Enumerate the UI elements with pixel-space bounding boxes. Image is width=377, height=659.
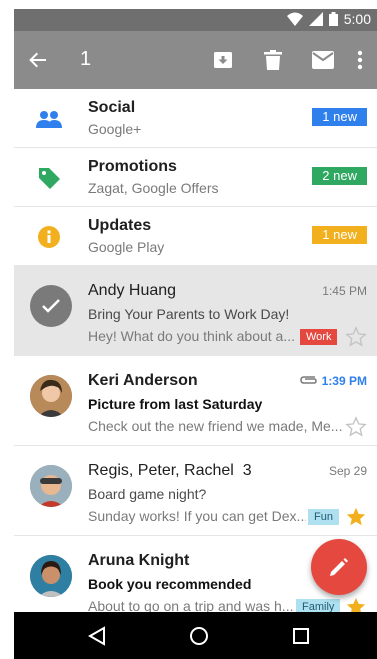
email-snippet: Hey! What do you think about a... <box>88 328 296 344</box>
back-arrow-icon <box>29 52 46 68</box>
category-title: Updates <box>88 217 152 234</box>
envelope-icon <box>312 51 334 69</box>
new-count-badge: 1 new <box>312 226 367 244</box>
selected-check-avatar[interactable] <box>30 285 72 327</box>
category-subtitle: Google Play <box>88 239 165 255</box>
sender-name: Aruna Knight <box>88 552 190 569</box>
sender-name: Keri Anderson <box>88 372 198 389</box>
recents-nav-icon[interactable] <box>290 625 312 647</box>
wifi-icon <box>286 12 303 26</box>
back-button[interactable] <box>24 46 52 74</box>
label-chip: Work <box>300 329 338 345</box>
mark-unread-button[interactable] <box>309 46 337 74</box>
more-vert-icon <box>357 50 363 70</box>
delete-button[interactable] <box>259 46 287 74</box>
category-title: Social <box>88 99 136 116</box>
new-count-badge: 2 new <box>312 167 367 185</box>
sender-name: Regis, Peter, Rachel 3 <box>88 462 252 480</box>
system-nav-bar <box>14 612 377 659</box>
star-icon[interactable] <box>345 326 367 348</box>
email-row[interactable]: Keri Anderson 1:39 PM Picture from last … <box>14 356 377 446</box>
email-subject: Board game night? <box>88 486 207 502</box>
avatar <box>30 375 72 417</box>
email-subject: Book you recommended <box>88 576 252 592</box>
back-nav-icon[interactable] <box>86 625 108 647</box>
category-subtitle: Zagat, Google Offers <box>88 180 219 196</box>
sender-name: Andy Huang <box>88 282 177 299</box>
category-row-updates[interactable]: Updates Google Play 1 new <box>14 207 377 266</box>
email-time: 1:39 PM <box>321 374 367 388</box>
status-bar: 5:00 <box>14 9 377 31</box>
battery-icon <box>328 12 338 26</box>
star-icon[interactable] <box>345 506 367 528</box>
new-count-badge: 1 new <box>312 108 367 126</box>
attachment-icon <box>300 376 317 384</box>
email-subject: Picture from last Saturday <box>88 396 263 412</box>
email-subject: Bring Your Parents to Work Day! <box>88 306 290 322</box>
email-time: 1:45 PM <box>322 284 367 298</box>
trash-icon <box>264 50 282 70</box>
archive-button[interactable] <box>209 46 237 74</box>
label-chip: Fun <box>308 509 339 525</box>
email-row-selected[interactable]: Andy Huang 1:45 PM Bring Your Parents to… <box>14 266 377 356</box>
pencil-icon <box>330 558 348 576</box>
check-icon <box>42 299 60 313</box>
home-nav-icon[interactable] <box>188 625 210 647</box>
email-snippet: Check out the new friend we made, Me... <box>88 418 342 434</box>
category-row-promotions[interactable]: Promotions Zagat, Google Offers 2 new <box>14 148 377 207</box>
category-subtitle: Google+ <box>88 121 142 137</box>
star-icon[interactable] <box>345 416 367 438</box>
people-icon <box>36 106 62 132</box>
clock: 5:00 <box>343 11 371 27</box>
tag-icon <box>36 165 62 191</box>
category-row-social[interactable]: Social Google+ 1 new <box>14 89 377 148</box>
status-icons: 5:00 <box>286 11 371 27</box>
signal-icon <box>308 12 323 26</box>
email-row[interactable]: Regis, Peter, Rachel 3 Sep 29 Board game… <box>14 446 377 536</box>
email-snippet: Sunday works! If you can get Dex... <box>88 508 306 524</box>
info-icon <box>36 224 62 250</box>
category-title: Promotions <box>88 158 177 175</box>
avatar <box>30 465 72 507</box>
overflow-menu-button[interactable] <box>346 46 374 74</box>
avatar <box>30 555 72 597</box>
thread-count: 3 <box>242 462 252 479</box>
email-time: Sep 29 <box>328 464 367 478</box>
action-bar: 1 <box>14 31 377 89</box>
sender-names: Regis, Peter, Rachel <box>88 462 234 479</box>
selected-count: 1 <box>80 48 92 70</box>
archive-icon <box>214 52 232 68</box>
compose-button[interactable] <box>311 539 367 595</box>
